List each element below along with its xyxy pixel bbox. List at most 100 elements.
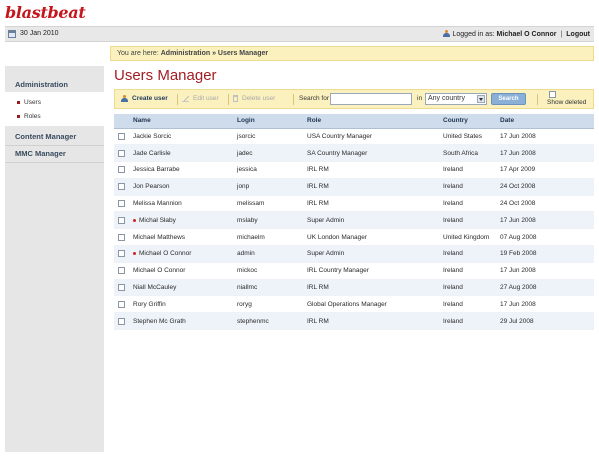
- row-checkbox[interactable]: [118, 233, 125, 241]
- table-row[interactable]: Michael Matthews michaelm UK London Manage…: [114, 228, 594, 247]
- column-login[interactable]: Login: [235, 114, 305, 129]
- table-row[interactable]: Jessica Barrabe jessica IRL RM Ireland 17 Ap…: [114, 161, 594, 179]
- row-checkbox[interactable]: [118, 250, 125, 258]
- table-row[interactable]: Michael O Connor admin Super Admin Ireland 1…: [114, 245, 594, 263]
- cell-name: Michał Słaby: [131, 211, 235, 230]
- user-name[interactable]: Jackie Sorcic: [133, 133, 171, 140]
- top-bar: 30 Jan 2010 Logged in as: Michael O Conn…: [5, 26, 594, 42]
- table-row[interactable]: Rory Griffin roryg Global Operations Manag…: [114, 295, 594, 314]
- row-checkbox[interactable]: [118, 317, 125, 325]
- divider: [177, 94, 178, 105]
- user-name[interactable]: Michał Słaby: [139, 217, 176, 224]
- cell-country: United States: [441, 128, 498, 146]
- user-name[interactable]: Jade Carlisle: [133, 150, 171, 157]
- cell-role: SA Country Manager: [305, 144, 441, 163]
- create-user-label: Create user: [132, 95, 168, 102]
- row-select-cell: [114, 279, 131, 297]
- row-checkbox[interactable]: [118, 183, 125, 191]
- column-name[interactable]: Name: [131, 114, 235, 129]
- row-select-cell: [114, 195, 131, 213]
- column-role[interactable]: Role: [305, 114, 441, 129]
- cell-date: 07 Aug 2008: [498, 228, 594, 247]
- cell-country: Ireland: [441, 245, 498, 263]
- cell-role: Super Admin: [305, 245, 441, 263]
- trash-icon: [233, 95, 238, 102]
- show-deleted-checkbox[interactable]: [549, 91, 556, 98]
- table-row[interactable]: Jackie Sorcic jsorcic USA Country Manager U…: [114, 128, 594, 146]
- cell-country: Ireland: [441, 211, 498, 230]
- cell-login: jessica: [235, 161, 305, 179]
- search-label: Search for: [299, 95, 329, 102]
- users-table: Name Login Role Country Date Jackie Sorc…: [114, 114, 594, 331]
- row-select-cell: [114, 128, 131, 146]
- user-name[interactable]: Stephen Mc Grath: [133, 318, 186, 325]
- table-row[interactable]: Melissa Mannion melissam IRL RM Ireland 24 O…: [114, 195, 594, 213]
- cell-date: 27 Aug 2008: [498, 279, 594, 297]
- table-row[interactable]: Niall McCauley niallmc IRL RM Ireland 27 Aug…: [114, 279, 594, 297]
- cell-date: 24 Oct 2008: [498, 178, 594, 196]
- row-select-cell: [114, 245, 131, 263]
- user-name[interactable]: Michael Matthews: [133, 234, 185, 241]
- cell-role: Super Admin: [305, 211, 441, 230]
- user-name[interactable]: Niall McCauley: [133, 284, 176, 291]
- row-checkbox[interactable]: [118, 199, 125, 207]
- row-checkbox[interactable]: [118, 283, 125, 291]
- cell-date: 17 Jun 2008: [498, 211, 594, 230]
- table-row[interactable]: Michael O Connor mickoc IRL Country Manage…: [114, 262, 594, 280]
- flag-dot-icon: [133, 252, 136, 256]
- user-name[interactable]: Michael O Connor: [139, 250, 191, 257]
- row-checkbox[interactable]: [118, 149, 125, 157]
- cell-country: Ireland: [441, 195, 498, 213]
- divider: [293, 94, 294, 105]
- table-row[interactable]: Michał Słaby mslaby Super Admin Ireland 17 J…: [114, 211, 594, 230]
- sidebar-item-mmc-manager[interactable]: MMC Manager: [5, 147, 104, 163]
- row-checkbox[interactable]: [118, 132, 125, 140]
- cell-login: stephenmc: [235, 312, 305, 331]
- column-date[interactable]: Date: [498, 114, 594, 129]
- create-user-button[interactable]: Create user: [121, 95, 168, 102]
- search-button[interactable]: Search: [491, 93, 526, 105]
- cell-name: Rory Griffin: [131, 295, 235, 314]
- calendar-icon: [8, 30, 16, 38]
- cell-role: IRL RM: [305, 195, 441, 213]
- table-row[interactable]: Jade Carlisle jadec SA Country Manager Sout…: [114, 144, 594, 163]
- cell-date: 17 Jun 2008: [498, 295, 594, 314]
- breadcrumb-path[interactable]: Administration » Users Manager: [161, 50, 268, 57]
- table-row[interactable]: Stephen Mc Grath stephenmc IRL RM Ireland 29…: [114, 312, 594, 331]
- cell-country: South Africa: [441, 144, 498, 163]
- user-name[interactable]: Rory Griffin: [133, 301, 166, 308]
- sidebar-item-content-manager[interactable]: Content Manager: [5, 130, 104, 146]
- brand-logo[interactable]: blastbeat: [5, 3, 86, 22]
- sidebar-item-roles[interactable]: Roles: [17, 113, 41, 120]
- column-country[interactable]: Country: [441, 114, 498, 129]
- edit-user-button[interactable]: Edit user: [182, 95, 219, 102]
- delete-user-button[interactable]: Delete user: [233, 95, 275, 102]
- row-checkbox[interactable]: [118, 267, 125, 275]
- bullet-icon: [17, 115, 20, 118]
- sidebar-header-administration[interactable]: Administration: [5, 74, 104, 94]
- table-row[interactable]: Jon Pearson jonp IRL RM Ireland 24 Oct 2008: [114, 178, 594, 196]
- show-deleted-toggle[interactable]: Show deleted: [547, 91, 592, 106]
- country-select[interactable]: Any country: [425, 93, 487, 105]
- cell-name: Jackie Sorcic: [131, 128, 235, 146]
- add-user-icon: [121, 95, 128, 102]
- user-name[interactable]: Michael O Connor: [133, 267, 185, 274]
- cell-name: Jade Carlisle: [131, 144, 235, 163]
- edit-user-label: Edit user: [193, 95, 219, 102]
- user-name[interactable]: Jessica Barrabe: [133, 166, 180, 173]
- cell-name: Stephen Mc Grath: [131, 312, 235, 331]
- logout-link[interactable]: Logout: [566, 31, 590, 38]
- row-checkbox[interactable]: [118, 300, 125, 308]
- row-checkbox[interactable]: [118, 166, 125, 174]
- user-name[interactable]: Melissa Mannion: [133, 200, 182, 207]
- sidebar-item-users[interactable]: Users: [17, 99, 41, 106]
- cell-country: Ireland: [441, 279, 498, 297]
- row-checkbox[interactable]: [118, 216, 125, 224]
- cell-country: Ireland: [441, 312, 498, 331]
- cell-role: USA Country Manager: [305, 128, 441, 146]
- row-select-cell: [114, 144, 131, 163]
- cell-login: mslaby: [235, 211, 305, 230]
- sidebar: Administration Users Roles Content Manag…: [5, 66, 104, 452]
- search-input[interactable]: [330, 93, 412, 105]
- user-name[interactable]: Jon Pearson: [133, 183, 170, 190]
